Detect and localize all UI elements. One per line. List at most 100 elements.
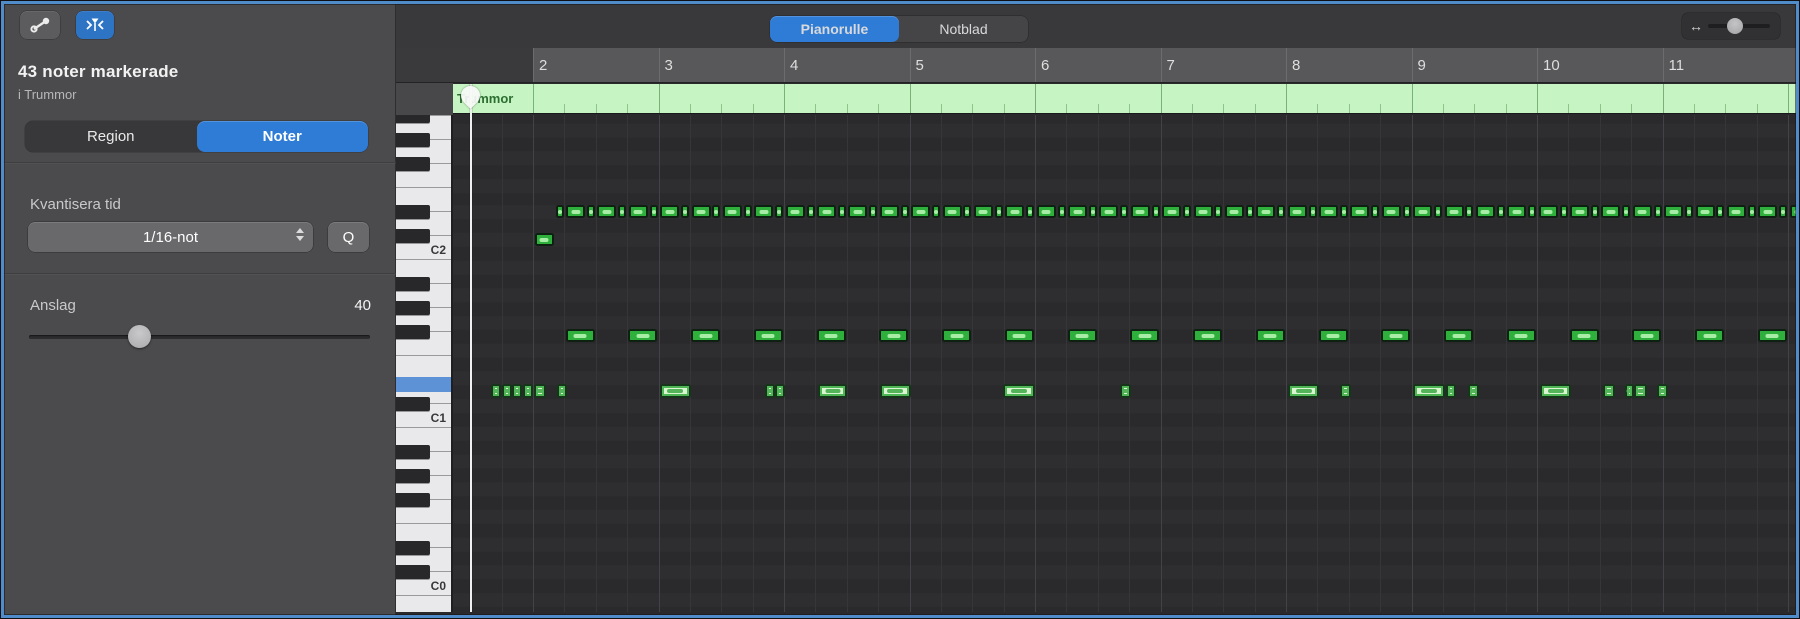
- midi-note[interactable]: [1656, 384, 1668, 398]
- midi-note[interactable]: [660, 205, 680, 218]
- midi-note[interactable]: [691, 329, 720, 342]
- midi-note[interactable]: [1603, 384, 1615, 398]
- quantize-popup[interactable]: 1/16-not: [28, 222, 313, 252]
- midi-note[interactable]: [1277, 205, 1286, 218]
- region-strip[interactable]: Trummor: [453, 84, 1797, 114]
- midi-note[interactable]: [818, 384, 847, 398]
- midi-note[interactable]: [1067, 329, 1097, 342]
- midi-note[interactable]: [597, 205, 617, 218]
- piano-key-black[interactable]: [396, 565, 430, 579]
- midi-note[interactable]: [1193, 205, 1213, 218]
- midi-note[interactable]: [817, 205, 836, 218]
- piano-key-white[interactable]: [396, 596, 451, 612]
- midi-note[interactable]: [911, 205, 931, 218]
- piano-key-black[interactable]: [396, 133, 430, 147]
- piano-key-black[interactable]: [396, 301, 430, 315]
- midi-note[interactable]: [1507, 205, 1527, 218]
- midi-note[interactable]: [754, 205, 774, 218]
- tab-region[interactable]: Region: [25, 121, 197, 152]
- midi-note[interactable]: [1381, 329, 1411, 342]
- midi-note[interactable]: [1528, 205, 1537, 218]
- midi-note[interactable]: [1570, 205, 1589, 218]
- midi-note[interactable]: [1245, 205, 1254, 218]
- midi-note[interactable]: [994, 205, 1003, 218]
- midi-note[interactable]: [1590, 205, 1599, 218]
- midi-note[interactable]: [1319, 205, 1338, 218]
- piano-key-black[interactable]: [396, 205, 430, 219]
- midi-note[interactable]: [1151, 205, 1160, 218]
- midi-note[interactable]: [932, 205, 940, 218]
- midi-note[interactable]: [753, 329, 783, 342]
- midi-note[interactable]: [1444, 205, 1464, 218]
- midi-note[interactable]: [1664, 205, 1684, 218]
- horizontal-zoom-slider[interactable]: ↔: [1682, 13, 1780, 39]
- midi-note[interactable]: [1036, 205, 1056, 218]
- midi-note[interactable]: [1685, 205, 1693, 218]
- midi-note[interactable]: [649, 205, 658, 218]
- midi-note[interactable]: [1214, 205, 1223, 218]
- midi-note[interactable]: [1224, 205, 1244, 218]
- midi-note[interactable]: [628, 329, 658, 342]
- midi-note[interactable]: [618, 205, 627, 218]
- midi-note[interactable]: [1716, 205, 1725, 218]
- zoom-slider-handle[interactable]: [1727, 18, 1743, 34]
- midi-note[interactable]: [1413, 384, 1445, 398]
- midi-note[interactable]: [1779, 205, 1788, 218]
- piano-key-black[interactable]: [396, 115, 430, 123]
- midi-note[interactable]: [806, 205, 815, 218]
- midi-note[interactable]: [1350, 205, 1370, 218]
- midi-note[interactable]: [522, 384, 533, 398]
- midi-note[interactable]: [963, 205, 972, 218]
- midi-note[interactable]: [1446, 384, 1456, 398]
- piano-key-black[interactable]: [396, 445, 430, 459]
- midi-note[interactable]: [1183, 205, 1191, 218]
- midi-note[interactable]: [533, 384, 546, 398]
- midi-note[interactable]: [848, 205, 868, 218]
- midi-note[interactable]: [1540, 384, 1571, 398]
- midi-note[interactable]: [1003, 384, 1035, 398]
- midi-note[interactable]: [1057, 205, 1066, 218]
- velocity-slider-track[interactable]: [29, 335, 370, 339]
- midi-note[interactable]: [973, 205, 993, 218]
- note-grid[interactable]: [453, 115, 1797, 612]
- midi-note[interactable]: [774, 384, 785, 398]
- midi-note[interactable]: [1402, 205, 1411, 218]
- midi-note[interactable]: [1371, 205, 1380, 218]
- playhead[interactable]: [457, 82, 484, 612]
- midi-note[interactable]: [1099, 205, 1119, 218]
- midi-note[interactable]: [712, 205, 721, 218]
- midi-note[interactable]: [775, 205, 784, 218]
- midi-note[interactable]: [566, 205, 585, 218]
- catch-playhead-button[interactable]: [76, 11, 114, 39]
- automation-tool-button[interactable]: [20, 11, 60, 39]
- midi-note[interactable]: [1506, 329, 1536, 342]
- piano-key-black[interactable]: [396, 541, 430, 555]
- midi-note[interactable]: [1308, 205, 1317, 218]
- tab-notblad[interactable]: Notblad: [899, 16, 1028, 42]
- midi-note[interactable]: [1318, 329, 1348, 342]
- midi-note[interactable]: [1569, 329, 1599, 342]
- tab-pianorulle[interactable]: Pianorulle: [770, 16, 899, 42]
- velocity-slider-handle[interactable]: [128, 325, 151, 348]
- midi-note[interactable]: [1193, 329, 1222, 342]
- piano-key-black[interactable]: [396, 277, 430, 291]
- midi-note[interactable]: [837, 205, 846, 218]
- midi-note[interactable]: [1005, 205, 1025, 218]
- midi-note[interactable]: [1068, 205, 1087, 218]
- piano-key-black[interactable]: [396, 397, 430, 411]
- midi-note[interactable]: [879, 384, 911, 398]
- piano-key-black[interactable]: [396, 229, 430, 243]
- midi-note[interactable]: [942, 329, 971, 342]
- midi-note[interactable]: [1653, 205, 1662, 218]
- midi-note[interactable]: [556, 384, 567, 398]
- midi-note[interactable]: [565, 329, 595, 342]
- midi-note[interactable]: [1632, 329, 1662, 342]
- midi-note[interactable]: [1004, 329, 1034, 342]
- midi-note[interactable]: [691, 205, 711, 218]
- piano-key-black[interactable]: [396, 469, 430, 483]
- midi-note[interactable]: [1088, 205, 1097, 218]
- midi-note[interactable]: [681, 205, 689, 218]
- midi-note[interactable]: [722, 205, 742, 218]
- midi-note[interactable]: [1026, 205, 1035, 218]
- piano-key-black[interactable]: [396, 157, 430, 171]
